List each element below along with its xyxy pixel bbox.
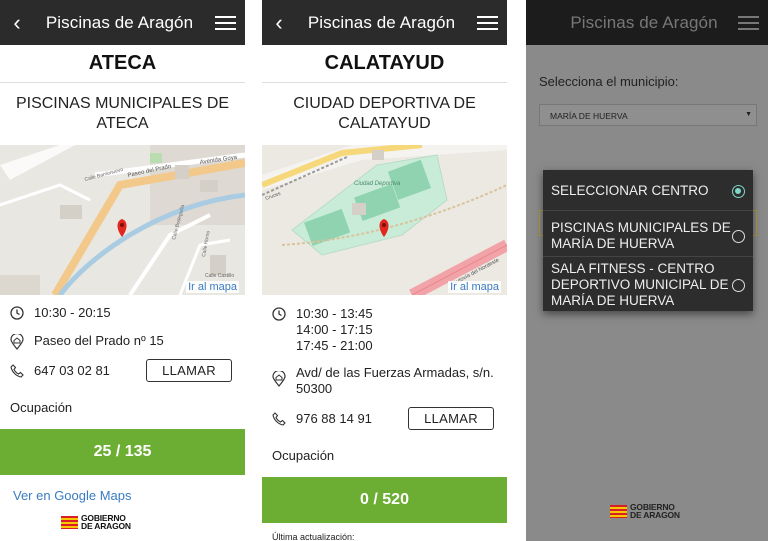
app-bar: ‹ Piscinas de Aragón — [262, 0, 507, 45]
phone-row: 647 03 02 81 LLAMAR — [0, 359, 245, 382]
option-label: PISCINAS MUNICIPALES DE MARÍA DE HUERVA — [551, 220, 731, 251]
municipality-label: Selecciona el municipio: — [539, 74, 679, 89]
hours-line-1: 10:30 - 13:45 — [296, 306, 373, 321]
map-graphic: Paseo del Prado Avenida Goya Calle Barri… — [0, 145, 245, 295]
back-arrow-icon[interactable]: ‹ — [0, 0, 34, 45]
center-name: PISCINAS MUNICIPALES DE ATECA — [15, 95, 230, 132]
center-name: CIUDAD DEPORTIVA DE CALATAYUD — [293, 95, 476, 132]
option-piscinas-maria-de-huerva[interactable]: PISCINAS MUNICIPALES DE MARÍA DE HUERVA — [543, 218, 753, 254]
address-text: Avd/ de las Fuerzas Armadas, s/n. 50300 — [296, 365, 494, 396]
app-title: Piscinas de Aragón — [570, 12, 718, 32]
phone-icon — [10, 363, 34, 378]
app-bar: Piscinas de Aragón — [526, 0, 768, 45]
screen-calatayud: ‹ Piscinas de Aragón CALATAYUD CIUDAD DE… — [262, 0, 507, 541]
logo-line2: DE ARAGON — [81, 521, 131, 531]
call-button[interactable]: LLAMAR — [408, 407, 494, 430]
google-maps-link[interactable]: Ver en Google Maps — [0, 488, 245, 503]
aragon-flag-icon — [61, 515, 78, 529]
hours-row: 10:30 - 20:15 — [0, 305, 245, 321]
clock-icon — [272, 306, 296, 321]
hours-row: 10:30 - 13:45 14:00 - 17:15 17:45 - 21:0… — [262, 306, 507, 354]
app-bar: ‹ Piscinas de Aragón — [0, 0, 245, 45]
center-picker-dialog: SELECCIONAR CENTRO PISCINAS MUNICIPALES … — [543, 170, 753, 311]
divider — [543, 256, 753, 257]
dropdown-caret-icon: ▼ — [745, 111, 752, 118]
last-updated-label: Última actualización: — [272, 532, 355, 541]
gobierno-aragon-logo: GOBIERNO DE ARAGON — [610, 503, 680, 519]
municipality-value: MARÍA DE HUERVA — [550, 111, 628, 121]
address-row: Avd/ de las Fuerzas Armadas, s/n. 50300 — [262, 365, 507, 397]
occupancy-bar: 25 / 135 — [0, 429, 245, 475]
hours-line-3: 17:45 - 21:00 — [296, 338, 373, 353]
screen-ateca: ‹ Piscinas de Aragón ATECA PISCINAS MUNI… — [0, 0, 245, 541]
app-title: Piscinas de Aragón — [307, 12, 456, 32]
phone-text: 647 03 02 81 — [34, 362, 110, 378]
option-label: SELECCIONAR CENTRO — [551, 183, 709, 198]
address-row: Paseo del Prado nº 15 — [0, 333, 245, 350]
map-view[interactable]: Paseo del Prado Avenida Goya Calle Barri… — [0, 145, 245, 295]
phone-icon — [272, 411, 296, 426]
map-graphic: Ciudad Deportiva Autovía del Nordeste Cr… — [262, 145, 507, 295]
municipality-select[interactable]: MARÍA DE HUERVA ▼ — [539, 104, 757, 126]
gobierno-aragon-logo: GOBIERNO DE ARAGON — [61, 514, 245, 530]
back-arrow-icon[interactable]: ‹ — [262, 0, 296, 45]
town-title: CALATAYUD — [262, 45, 507, 83]
option-seleccionar-centro[interactable]: SELECCIONAR CENTRO — [543, 180, 753, 202]
occupancy-bar: 0 / 520 — [262, 477, 507, 523]
hamburger-menu-icon[interactable] — [467, 15, 507, 30]
hamburger-menu-icon[interactable] — [205, 15, 245, 30]
hamburger-menu-icon[interactable] — [728, 15, 768, 30]
map-label-place: Ciudad Deportiva — [354, 181, 401, 187]
phone-text: 976 88 14 91 — [296, 410, 372, 426]
map-view[interactable]: Ciudad Deportiva Autovía del Nordeste Cr… — [262, 145, 507, 295]
call-button[interactable]: LLAMAR — [146, 359, 232, 382]
aragon-flag-icon — [610, 504, 627, 518]
option-label: SALA FITNESS - CENTRO DEPORTIVO MUNICIPA… — [551, 261, 729, 308]
hours-line: 10:30 - 20:15 — [34, 305, 111, 320]
occupancy-label: Ocupación — [10, 400, 73, 415]
radio-unselected-icon — [732, 229, 745, 243]
town-title: ATECA — [0, 45, 245, 83]
radio-selected-icon — [732, 184, 745, 198]
option-sala-fitness[interactable]: SALA FITNESS - CENTRO DEPORTIVO MUNICIPA… — [543, 260, 753, 310]
logo-line2: DE ARAGON — [630, 510, 680, 520]
map-label-road6: Calle Castillo — [205, 273, 234, 279]
divider — [543, 210, 753, 211]
radio-unselected-icon — [732, 278, 745, 292]
location-home-icon — [10, 333, 34, 350]
screen-select-center: Piscinas de Aragón Selecciona el municip… — [526, 0, 768, 541]
phone-row: 976 88 14 91 LLAMAR — [262, 407, 507, 430]
address-text: Paseo del Prado nº 15 — [34, 333, 164, 348]
hours-line-2: 14:00 - 17:15 — [296, 322, 373, 337]
map-link[interactable]: Ir al mapa — [448, 281, 501, 293]
location-home-icon — [272, 365, 296, 387]
app-title: Piscinas de Aragón — [45, 12, 194, 32]
screenshot-collage: ‹ Piscinas de Aragón ATECA PISCINAS MUNI… — [0, 0, 768, 541]
map-link[interactable]: Ir al mapa — [186, 281, 239, 293]
occupancy-label: Ocupación — [272, 448, 335, 463]
clock-icon — [10, 305, 34, 320]
